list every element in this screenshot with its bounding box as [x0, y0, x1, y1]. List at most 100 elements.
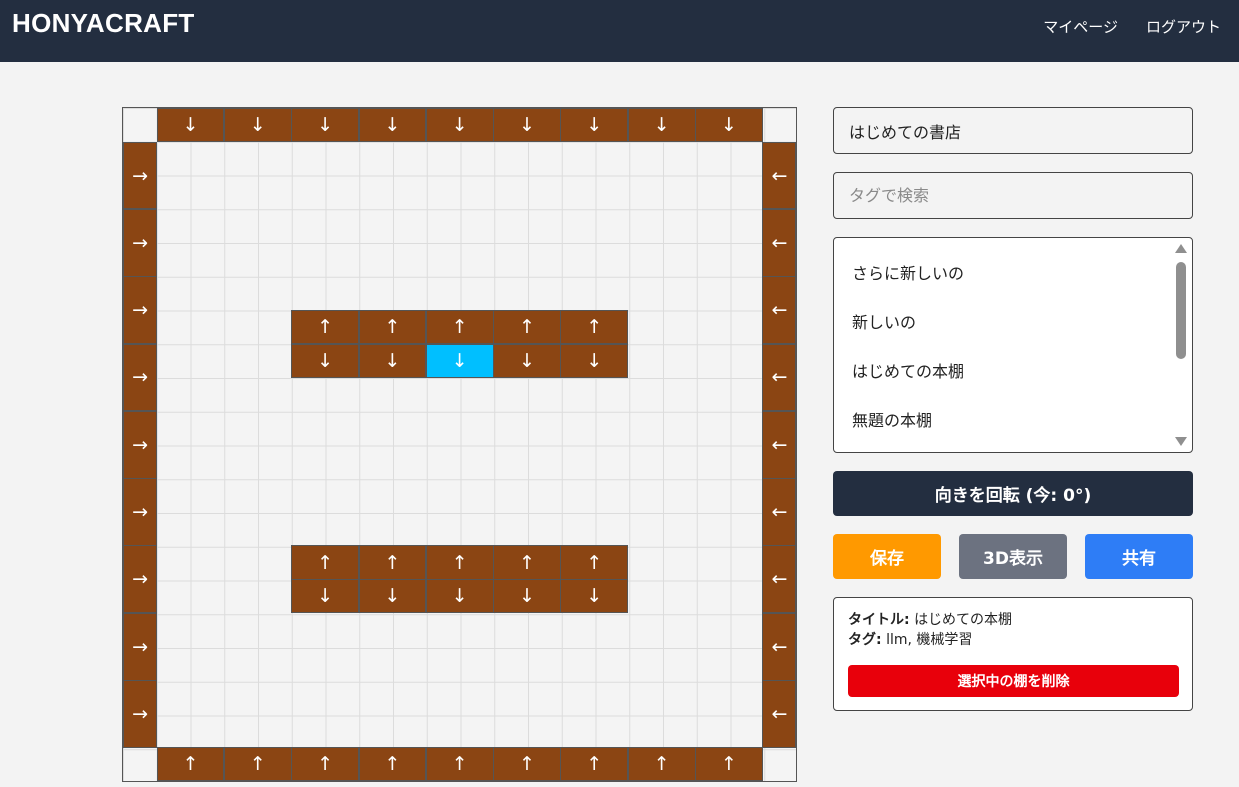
shelf[interactable]: ← — [762, 410, 797, 479]
arrow-down-icon: ↓ — [451, 114, 468, 137]
shelf[interactable]: ↓ — [493, 108, 561, 143]
shelf[interactable]: ↑ — [627, 747, 696, 782]
shelf[interactable]: ↑ — [493, 747, 561, 782]
shelf[interactable]: ↑ — [560, 747, 629, 782]
shelf[interactable]: ← — [762, 478, 797, 546]
shelf[interactable]: ← — [762, 545, 797, 614]
shelf[interactable]: ↓ — [560, 343, 629, 378]
shelf-selected[interactable]: ↓ — [425, 343, 494, 378]
shelf[interactable]: ↑ — [223, 747, 292, 782]
shelf[interactable]: ↓ — [223, 108, 292, 143]
shelf[interactable]: ← — [762, 141, 797, 210]
shelf[interactable]: ↓ — [358, 579, 427, 614]
shelf[interactable]: ↑ — [560, 309, 629, 345]
share-button[interactable]: 共有 — [1085, 534, 1193, 579]
arrow-up-icon: ↑ — [586, 753, 603, 776]
scroll-down-icon[interactable] — [1175, 437, 1187, 446]
shelf[interactable]: ↑ — [425, 309, 494, 345]
tags-row: タグ: llm, 機械学習 — [848, 630, 1178, 650]
arrow-down-icon: ↓ — [182, 114, 199, 137]
shelf[interactable]: ↑ — [493, 545, 561, 580]
shelf[interactable]: ↓ — [358, 108, 427, 143]
view-3d-button[interactable]: 3D表示 — [959, 534, 1067, 579]
title-label: タイトル: — [848, 612, 910, 628]
save-button[interactable]: 保存 — [833, 534, 941, 579]
shelf-list-item[interactable]: 無題の本棚 — [852, 407, 932, 431]
shelf[interactable]: ↑ — [695, 747, 763, 782]
shelf-list-item[interactable]: はじめての本棚 — [852, 358, 964, 382]
shelf[interactable]: → — [123, 141, 158, 210]
shelf[interactable]: ↑ — [358, 545, 427, 580]
shelf[interactable]: ↓ — [156, 108, 225, 143]
shelf[interactable]: ← — [762, 343, 797, 412]
arrow-down-icon: ↓ — [317, 585, 334, 608]
arrow-left-icon: ← — [771, 501, 788, 524]
shelf-list-item[interactable]: さらに新しいの — [852, 260, 964, 284]
logout-link[interactable]: ログアウト — [1146, 16, 1221, 37]
shelf-list-item[interactable]: 新しいの — [852, 309, 916, 333]
shelf[interactable]: → — [123, 545, 158, 614]
scroll-up-icon[interactable] — [1175, 244, 1187, 253]
delete-shelf-button[interactable]: 選択中の棚を削除 — [848, 665, 1179, 697]
shelf[interactable]: → — [123, 680, 158, 748]
shelf[interactable]: ↑ — [358, 309, 427, 345]
arrow-down-icon: ↓ — [586, 585, 603, 608]
shelf[interactable]: ↑ — [291, 545, 360, 580]
shelf[interactable]: ↑ — [493, 309, 561, 345]
arrow-down-icon: ↓ — [586, 349, 603, 372]
shelf[interactable]: ↓ — [560, 579, 629, 614]
shelf[interactable]: ↓ — [425, 108, 494, 143]
shelf[interactable]: ↓ — [493, 343, 561, 378]
shelf[interactable]: ↓ — [291, 579, 360, 614]
shelf[interactable]: → — [123, 343, 158, 412]
scroll-thumb[interactable] — [1176, 262, 1186, 359]
shelf[interactable]: → — [123, 478, 158, 546]
arrow-up-icon: ↑ — [720, 753, 737, 776]
arrow-left-icon: ← — [771, 568, 788, 591]
selected-shelf-info: タイトル: はじめての本棚 タグ: llm, 機械学習 選択中の棚を削除 — [833, 597, 1193, 711]
list-scrollbar[interactable] — [1174, 242, 1188, 448]
floor-grid[interactable]: ↓ ↓ ↓ ↓ ↓ ↓ ↓ ↓ ↓ ↑ ↑ ↑ ↑ ↑ ↑ ↑ ↑ ↑ → → → → → → → → → ← ← ← ← ← ← ← ← ← ↑ ↓ ↑ ↓… — [122, 107, 797, 782]
shelf[interactable]: ↑ — [291, 747, 360, 782]
shelf[interactable]: ↓ — [560, 108, 629, 143]
app-logo[interactable]: HONYACRAFT — [12, 8, 195, 39]
rotate-button[interactable]: 向きを回転 (今: 0°) — [833, 471, 1193, 516]
arrow-left-icon: ← — [771, 635, 788, 658]
arrow-up-icon: ↑ — [451, 753, 468, 776]
arrow-right-icon: → — [132, 501, 149, 524]
shelf[interactable]: ← — [762, 612, 797, 681]
shelf[interactable]: ↓ — [358, 343, 427, 378]
arrow-right-icon: → — [132, 702, 149, 725]
tag-search-input[interactable] — [833, 172, 1193, 219]
arrow-right-icon: → — [132, 366, 149, 389]
shelf[interactable]: ↑ — [425, 747, 494, 782]
tags-label: タグ: — [848, 632, 882, 648]
shelf[interactable]: ↓ — [425, 579, 494, 614]
arrow-up-icon: ↑ — [317, 315, 334, 338]
mypage-link[interactable]: マイページ — [1043, 16, 1118, 37]
shelf[interactable]: ↑ — [425, 545, 494, 580]
shelf[interactable]: ↑ — [156, 747, 225, 782]
arrow-down-icon: ↓ — [384, 585, 401, 608]
shelf[interactable]: ↓ — [291, 343, 360, 378]
arrow-right-icon: → — [132, 164, 149, 187]
shelf[interactable]: ↓ — [493, 579, 561, 614]
shelf[interactable]: ← — [762, 276, 797, 345]
shelf[interactable]: → — [123, 208, 158, 277]
shelf[interactable]: ← — [762, 680, 797, 748]
arrow-down-icon: ↓ — [519, 349, 535, 372]
shelf[interactable]: ↓ — [291, 108, 360, 143]
shelf[interactable]: ↑ — [358, 747, 427, 782]
shelf[interactable]: → — [123, 276, 158, 345]
arrow-up-icon: ↑ — [586, 551, 603, 574]
shelf-list[interactable]: さらに新しいの 新しいの はじめての本棚 無題の本棚 — [833, 237, 1193, 453]
shelf[interactable]: ↓ — [695, 108, 763, 143]
shelf[interactable]: ↑ — [560, 545, 629, 580]
shelf[interactable]: ← — [762, 208, 797, 277]
arrow-up-icon: ↑ — [384, 753, 401, 776]
shelf[interactable]: ↓ — [627, 108, 696, 143]
shelf[interactable]: → — [123, 612, 158, 681]
shelf[interactable]: ↑ — [291, 309, 360, 345]
store-name-input[interactable] — [833, 107, 1193, 154]
shelf[interactable]: → — [123, 410, 158, 479]
